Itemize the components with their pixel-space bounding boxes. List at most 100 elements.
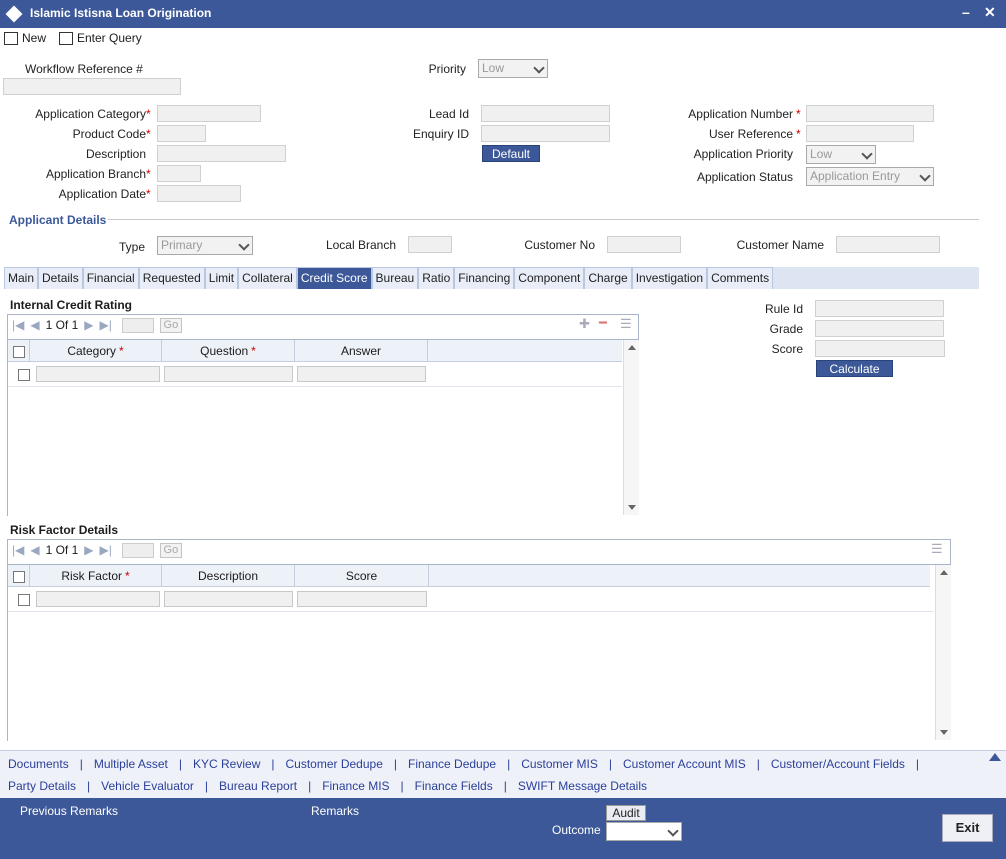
next-page-icon[interactable]: ▶	[84, 543, 93, 557]
answer-input[interactable]	[297, 366, 426, 382]
link-finance-fields[interactable]: Finance Fields	[415, 779, 493, 793]
link-vehicle-evaluator[interactable]: Vehicle Evaluator	[101, 779, 194, 793]
select-all-checkbox[interactable]	[12, 570, 25, 583]
type-select[interactable]: Primary	[157, 236, 253, 255]
default-button[interactable]: Default	[482, 145, 540, 162]
row-checkbox[interactable]	[18, 594, 30, 606]
link-bureau-report[interactable]: Bureau Report	[219, 779, 297, 793]
collapse-up-icon[interactable]	[989, 753, 1001, 761]
link-documents[interactable]: Documents	[8, 757, 69, 771]
tab-ratio[interactable]: Ratio	[418, 267, 455, 289]
link-customer-account-fields[interactable]: Customer/Account Fields	[771, 757, 905, 771]
multi-view-icon[interactable]: ☰	[931, 541, 943, 557]
enquiry-id-input[interactable]	[481, 125, 610, 142]
go-button[interactable]: Go	[159, 542, 182, 558]
priority-select[interactable]: Low	[478, 59, 548, 78]
customer-name-input[interactable]	[836, 236, 940, 253]
app-number-input[interactable]	[806, 105, 934, 122]
scroll-down-icon[interactable]	[940, 730, 948, 735]
new-document-icon	[4, 31, 18, 45]
go-button[interactable]: Go	[159, 317, 182, 333]
link-party-details[interactable]: Party Details	[8, 779, 76, 793]
multi-view-icon[interactable]: ☰	[620, 316, 632, 332]
link-customer-mis[interactable]: Customer MIS	[521, 757, 598, 771]
next-page-icon[interactable]: ▶	[84, 318, 93, 332]
page-indicator: 1 Of 1	[45, 543, 79, 557]
row-checkbox[interactable]	[18, 369, 30, 381]
calculate-button[interactable]: Calculate	[816, 360, 893, 377]
last-page-icon[interactable]: ▶|	[100, 543, 112, 557]
tab-charge[interactable]: Charge	[584, 267, 632, 289]
tab-credit-score[interactable]: Credit Score	[296, 267, 372, 289]
required-marker: *	[796, 107, 801, 121]
customer-name-label: Customer Name	[736, 238, 824, 252]
tab-financing[interactable]: Financing	[454, 267, 515, 289]
lead-id-input[interactable]	[481, 105, 610, 122]
prev-page-icon[interactable]: ◀	[30, 318, 39, 332]
customer-no-input[interactable]	[607, 236, 681, 253]
link-kyc-review[interactable]: KYC Review	[193, 757, 260, 771]
select-all-checkbox[interactable]	[12, 345, 25, 358]
app-category-input[interactable]	[157, 105, 261, 122]
vertical-scrollbar[interactable]	[935, 565, 951, 740]
tab-limit[interactable]: Limit	[204, 267, 239, 289]
minimize-icon[interactable]: –	[962, 4, 970, 20]
exit-button[interactable]: Exit	[942, 814, 993, 842]
link-customer-dedupe[interactable]: Customer Dedupe	[285, 757, 382, 771]
description-cell-input[interactable]	[164, 591, 293, 607]
user-ref-input[interactable]	[806, 125, 914, 142]
scroll-up-icon[interactable]	[940, 570, 948, 575]
app-number-label: Application Number	[688, 107, 793, 121]
link-finance-dedupe[interactable]: Finance Dedupe	[408, 757, 496, 771]
local-branch-input[interactable]	[408, 236, 452, 253]
vertical-scrollbar[interactable]	[623, 340, 639, 515]
tab-comments[interactable]: Comments	[707, 267, 774, 289]
tab-main[interactable]: Main	[4, 267, 39, 289]
tab-details[interactable]: Details	[38, 267, 83, 289]
first-page-icon[interactable]: |◀	[12, 318, 24, 332]
link-finance-mis[interactable]: Finance MIS	[322, 779, 389, 793]
link-customer-account-mis[interactable]: Customer Account MIS	[623, 757, 746, 771]
link-separator: |	[271, 757, 275, 771]
outcome-select[interactable]	[606, 822, 682, 841]
last-page-icon[interactable]: ▶|	[100, 318, 112, 332]
tab-bureau[interactable]: Bureau	[371, 267, 419, 289]
app-priority-select[interactable]: Low	[806, 145, 876, 164]
score-label: Score	[771, 342, 803, 356]
enter-query-button[interactable]: Enter Query	[59, 29, 142, 47]
close-icon[interactable]: ✕	[984, 4, 996, 21]
new-button[interactable]: New	[4, 29, 46, 47]
score-input[interactable]	[815, 340, 945, 357]
question-input[interactable]	[164, 366, 293, 382]
scroll-up-icon[interactable]	[628, 345, 636, 350]
link-multiple-asset[interactable]: Multiple Asset	[94, 757, 168, 771]
workflow-ref-input[interactable]	[3, 78, 181, 95]
link-swift-message-details[interactable]: SWIFT Message Details	[518, 779, 647, 793]
tab-investigation[interactable]: Investigation	[631, 267, 708, 289]
app-status-select[interactable]: Application Entry	[806, 167, 934, 186]
rule-id-input[interactable]	[815, 300, 944, 317]
tab-collateral[interactable]: Collateral	[238, 267, 297, 289]
score-cell-input[interactable]	[297, 591, 427, 607]
tab-financial[interactable]: Financial	[82, 267, 139, 289]
tab-component[interactable]: Component	[514, 267, 585, 289]
page-input[interactable]	[121, 542, 154, 558]
grade-input[interactable]	[815, 320, 944, 337]
chevron-down-icon	[667, 825, 679, 837]
scroll-down-icon[interactable]	[628, 505, 636, 510]
delete-row-icon[interactable]: ━	[599, 315, 607, 331]
app-branch-input[interactable]	[157, 165, 201, 182]
column-header-score: Score	[295, 565, 429, 587]
description-input[interactable]	[157, 145, 286, 162]
category-input[interactable]	[36, 366, 160, 382]
audit-button[interactable]: Audit	[606, 805, 646, 821]
product-code-input[interactable]	[157, 125, 206, 142]
first-page-icon[interactable]: |◀	[12, 543, 24, 557]
app-date-input[interactable]	[157, 185, 241, 202]
tab-requested[interactable]: Requested	[138, 267, 205, 289]
prev-page-icon[interactable]: ◀	[30, 543, 39, 557]
page-input[interactable]	[121, 317, 154, 333]
add-row-icon[interactable]: ✚	[579, 316, 590, 332]
risk-factor-grid: Risk Factor * Description Score	[8, 564, 951, 741]
risk-factor-input[interactable]	[36, 591, 160, 607]
